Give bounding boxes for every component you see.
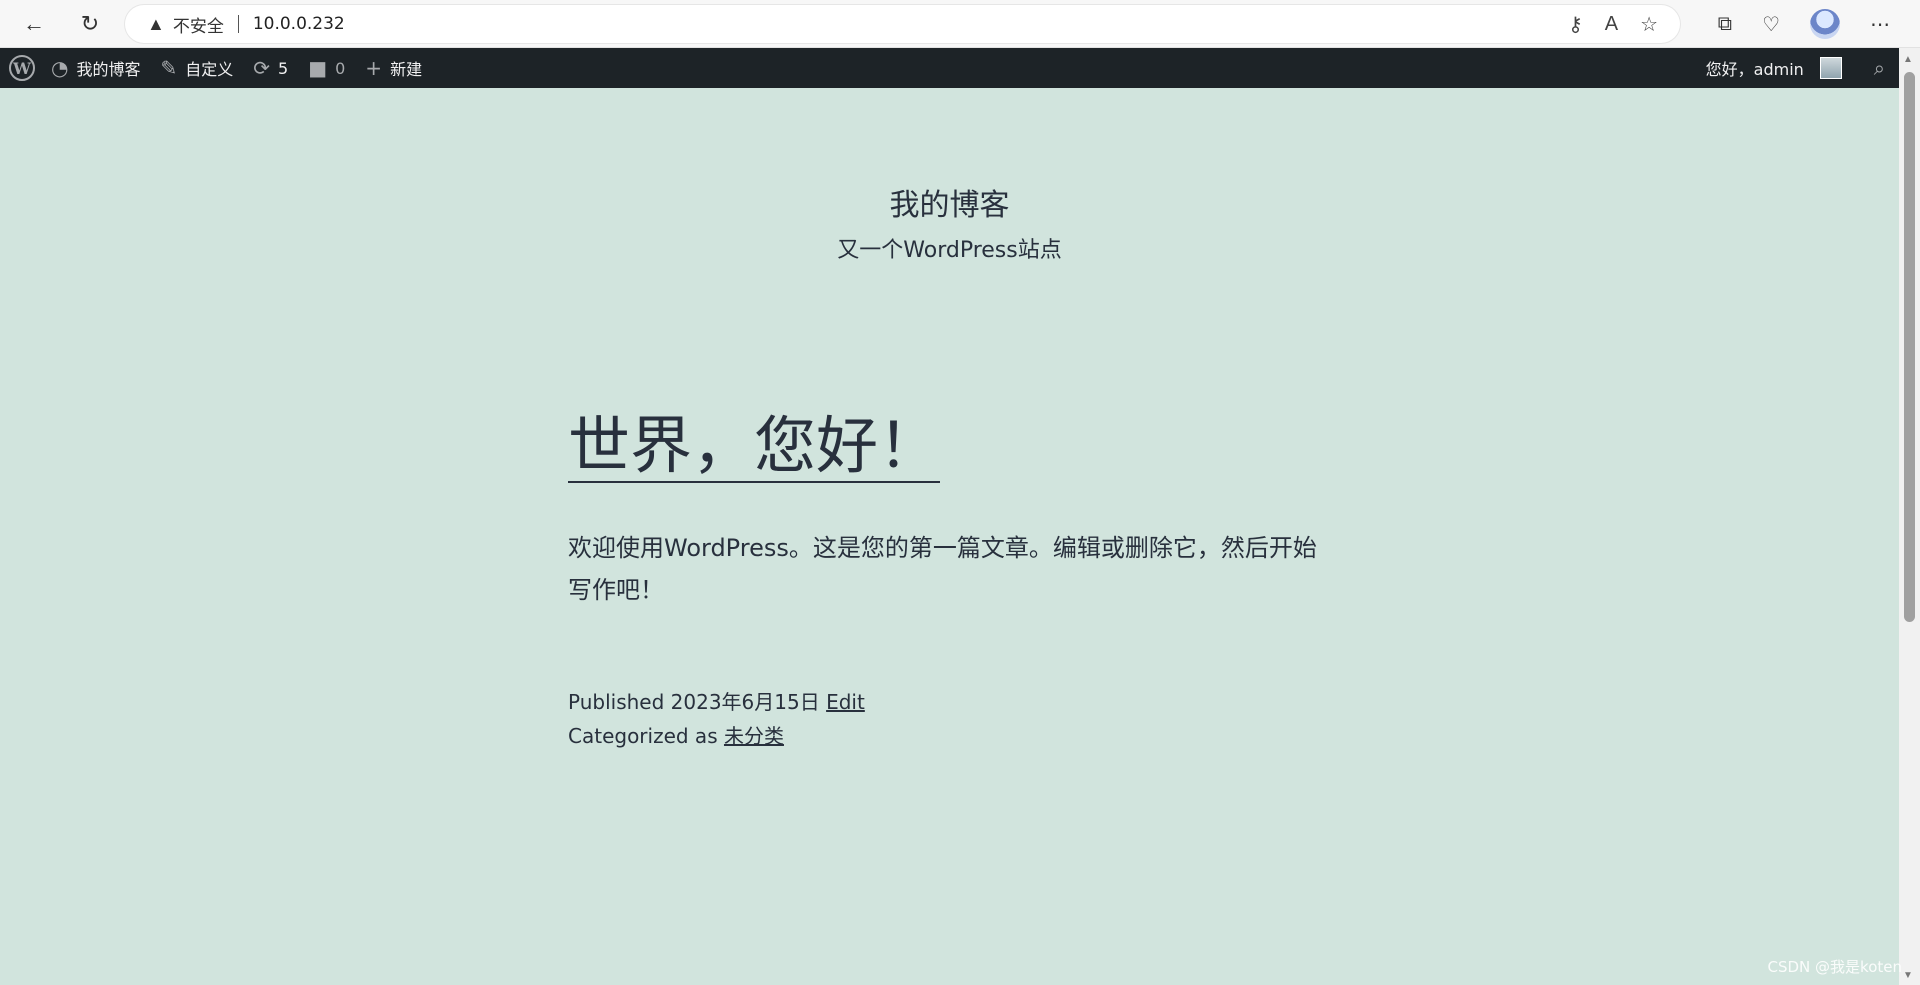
plus-icon: + xyxy=(365,56,383,80)
published-label: Published xyxy=(568,690,665,715)
post: 世界，您好！ 欢迎使用WordPress。这是您的第一篇文章。编辑或删除它，然后… xyxy=(568,410,1348,753)
address-bar[interactable]: ▲ 不安全 10.0.0.232 ⚷ A ☆ xyxy=(125,5,1680,43)
post-meta: Published 2023年6月15日 Edit Categorized as… xyxy=(568,685,1348,753)
brush-icon: ✎ xyxy=(160,56,178,80)
watermark: CSDN @我是koten xyxy=(1767,958,1902,976)
security-label[interactable]: 不安全 xyxy=(173,12,224,37)
browser-toolbar: ← ↻ ▲ 不安全 10.0.0.232 ⚷ A ☆ ⧉ ♡ ⋯ xyxy=(0,0,1920,48)
wp-admin-bar: W ◔ 我的博客 ✎ 自定义 ⟳ 5 ■ 0 + 新建 您好，admin ⌕ xyxy=(0,48,1899,88)
admin-bar-comments[interactable]: ■ 0 xyxy=(298,48,355,88)
avatar xyxy=(1819,57,1842,79)
read-aloud-icon[interactable]: A xyxy=(1605,13,1618,36)
dashboard-icon: ◔ xyxy=(51,56,69,80)
address-actions: ⚷ A ☆ xyxy=(1568,12,1658,37)
post-title[interactable]: 世界，您好！ xyxy=(568,410,941,484)
address-separator xyxy=(237,15,239,33)
search-icon[interactable]: ⌕ xyxy=(1874,56,1885,80)
scrollbar[interactable]: ▲ ▼ xyxy=(1899,48,1920,985)
post-content: 欢迎使用WordPress。这是您的第一篇文章。编辑或删除它，然后开始写作吧！ xyxy=(568,534,1317,605)
post-published-line: Published 2023年6月15日 Edit xyxy=(568,685,1348,719)
customize-label: 自定义 xyxy=(185,60,234,79)
refresh-icon[interactable]: ↻ xyxy=(70,4,110,44)
edit-link[interactable]: Edit xyxy=(826,690,865,714)
browser-actions: ⧉ ♡ ⋯ xyxy=(1718,0,1920,48)
updates-icon: ⟳ xyxy=(253,56,271,80)
comments-count: 0 xyxy=(335,58,346,78)
howdy-label: 您好，admin xyxy=(1705,60,1804,79)
key-icon[interactable]: ⚷ xyxy=(1568,12,1583,37)
new-label: 新建 xyxy=(390,60,423,79)
back-icon[interactable]: ← xyxy=(14,4,54,44)
scroll-down-arrow-icon[interactable]: ▼ xyxy=(1903,970,1913,981)
updates-count: 5 xyxy=(278,58,289,78)
health-icon[interactable]: ♡ xyxy=(1762,12,1780,37)
admin-bar-right: 您好，admin ⌕ xyxy=(1696,48,1899,88)
menu-dots-icon[interactable]: ⋯ xyxy=(1870,12,1890,37)
categorized-label: Categorized as xyxy=(568,724,718,749)
warning-icon[interactable]: ▲ xyxy=(147,14,165,35)
published-date: 2023年6月15日 xyxy=(670,690,820,715)
post-category-line: Categorized as 未分类 xyxy=(568,719,1348,753)
admin-bar-updates[interactable]: ⟳ 5 xyxy=(243,48,298,88)
admin-bar-my-account[interactable]: 您好，admin xyxy=(1696,48,1852,88)
category-link[interactable]: 未分类 xyxy=(724,724,784,748)
favorite-star-icon[interactable]: ☆ xyxy=(1640,12,1658,37)
profile-avatar[interactable] xyxy=(1810,9,1840,39)
url-text[interactable]: 10.0.0.232 xyxy=(253,14,345,34)
comment-icon: ■ xyxy=(308,56,328,80)
admin-bar-customize[interactable]: ✎ 自定义 xyxy=(150,48,243,88)
admin-bar-new[interactable]: + 新建 xyxy=(355,48,432,88)
site-description: 又一个WordPress站点 xyxy=(837,238,1062,263)
wordpress-logo-icon[interactable]: W xyxy=(9,55,35,81)
collections-icon[interactable]: ⧉ xyxy=(1718,13,1732,36)
site-name-label: 我的博客 xyxy=(76,60,141,79)
site-header: 我的博客 又一个WordPress站点 xyxy=(0,180,1899,264)
admin-bar-site-name[interactable]: ◔ 我的博客 xyxy=(41,48,150,88)
scroll-up-arrow-icon[interactable]: ▲ xyxy=(1903,54,1913,65)
scroll-thumb[interactable] xyxy=(1904,72,1915,622)
site-title[interactable]: 我的博客 xyxy=(0,180,1899,224)
